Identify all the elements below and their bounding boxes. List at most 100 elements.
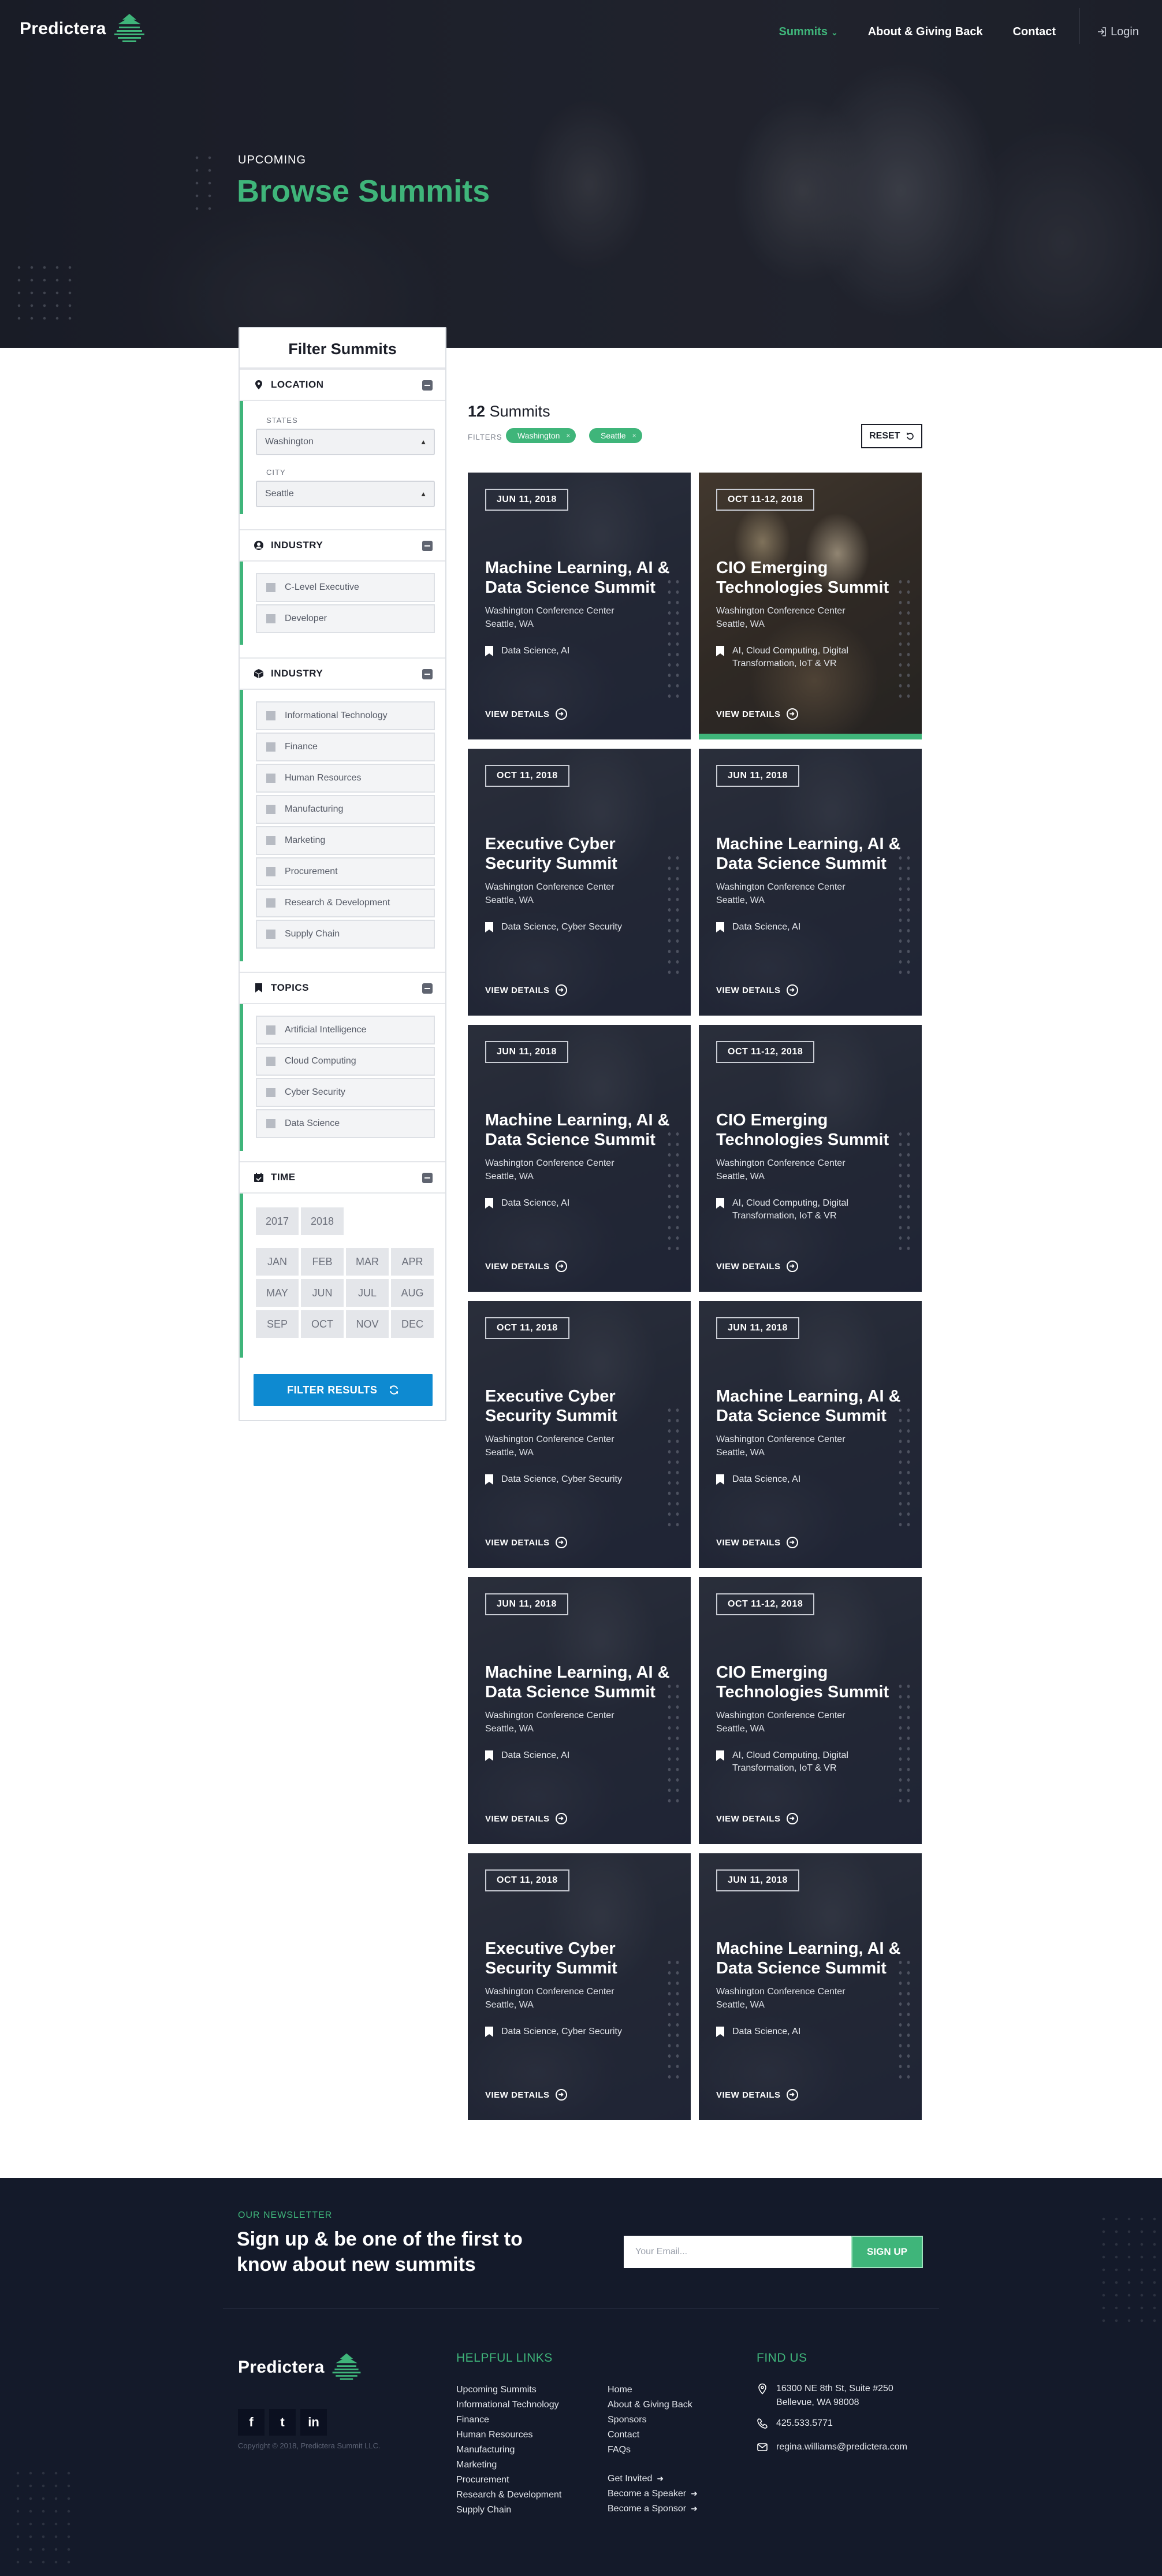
section-time-header[interactable]: TIME — [240, 1161, 445, 1194]
nav-summits[interactable]: Summits ⌄ — [779, 25, 838, 39]
footer-link[interactable]: Informational Technology — [456, 2400, 559, 2410]
year-option[interactable]: 2018 — [301, 1207, 344, 1235]
newsletter-signup-button[interactable]: SIGN UP — [851, 2236, 923, 2268]
checkbox[interactable] — [266, 1025, 275, 1035]
state-select[interactable]: Washington ▲ — [256, 429, 435, 455]
card-title[interactable]: CIO Emerging Technologies Summit — [716, 558, 913, 597]
card-title[interactable]: Executive Cyber Security Summit — [485, 1386, 681, 1426]
month-option[interactable]: DEC — [391, 1310, 434, 1338]
view-details-link[interactable]: VIEW DETAILS ➜ — [716, 1813, 798, 1824]
footer-link[interactable]: Contact — [608, 2430, 639, 2440]
card-title[interactable]: Machine Learning, AI & Data Science Summ… — [485, 1663, 681, 1702]
filter-results-button[interactable]: FILTER RESULTS — [254, 1374, 433, 1406]
filter-chip-seattle[interactable]: Seattle × — [589, 428, 642, 443]
collapse-minus-icon[interactable] — [422, 380, 433, 391]
footer-link[interactable]: Home — [608, 2385, 632, 2395]
footer-link[interactable]: About & Giving Back — [608, 2400, 692, 2410]
footer-link[interactable]: Finance — [456, 2415, 489, 2425]
checkbox-item[interactable]: Artificial Intelligence — [256, 1016, 435, 1044]
collapse-minus-icon[interactable] — [422, 983, 433, 994]
card-title[interactable]: Executive Cyber Security Summit — [485, 834, 681, 873]
checkbox[interactable] — [266, 1119, 275, 1128]
footer-link[interactable]: Research & Development — [456, 2490, 561, 2500]
month-option[interactable]: MAY — [256, 1279, 299, 1307]
footer-link[interactable]: Supply Chain — [456, 2505, 511, 2515]
section-topics-header[interactable]: TOPICS — [240, 972, 445, 1004]
checkbox[interactable] — [266, 1088, 275, 1097]
summit-card[interactable]: JUN 11, 2018 Machine Learning, AI & Data … — [699, 1853, 922, 2120]
footer-logo[interactable]: Predictera — [238, 2350, 364, 2385]
footer-link[interactable]: Marketing — [456, 2460, 497, 2470]
footer-link[interactable]: Human Resources — [456, 2430, 533, 2440]
summit-card[interactable]: JUN 11, 2018 Machine Learning, AI & Data … — [468, 1025, 691, 1292]
checkbox[interactable] — [266, 836, 275, 845]
summit-card[interactable]: OCT 11, 2018 Executive Cyber Security Sum… — [468, 1301, 691, 1568]
view-details-link[interactable]: VIEW DETAILS ➜ — [485, 1261, 567, 1272]
footer-cta-link[interactable]: Get Invited ➜ — [608, 2474, 664, 2484]
view-details-link[interactable]: VIEW DETAILS ➜ — [716, 708, 798, 720]
checkbox[interactable] — [266, 930, 275, 939]
checkbox-item[interactable]: Marketing — [256, 826, 435, 855]
month-option[interactable]: NOV — [346, 1310, 389, 1338]
summit-card[interactable]: OCT 11-12, 2018 CIO Emerging Technologies… — [699, 473, 922, 739]
view-details-link[interactable]: VIEW DETAILS ➜ — [485, 708, 567, 720]
collapse-minus-icon[interactable] — [422, 541, 433, 551]
filter-chip-washington[interactable]: Washington × — [506, 428, 576, 443]
checkbox[interactable] — [266, 583, 275, 592]
month-option[interactable]: APR — [391, 1248, 434, 1276]
footer-phone[interactable]: 425.533.5771 — [757, 2417, 833, 2430]
checkbox-item[interactable]: Cloud Computing — [256, 1047, 435, 1076]
footer-cta-link[interactable]: Become a Speaker ➜ — [608, 2489, 698, 2499]
footer-link[interactable]: Manufacturing — [456, 2445, 515, 2455]
checkbox-item[interactable]: Supply Chain — [256, 920, 435, 949]
month-option[interactable]: JUL — [346, 1279, 389, 1307]
checkbox-item[interactable]: Procurement — [256, 857, 435, 886]
checkbox-item[interactable]: Cyber Security — [256, 1078, 435, 1107]
site-logo[interactable]: Predictera — [20, 10, 148, 47]
footer-email[interactable]: regina.williams@predictera.com — [757, 2440, 907, 2454]
checkbox-item[interactable]: C-Level Executive — [256, 573, 435, 602]
month-option[interactable]: OCT — [301, 1310, 344, 1338]
newsletter-email-input[interactable]: Your Email... — [624, 2236, 852, 2268]
checkbox[interactable] — [266, 614, 275, 623]
card-title[interactable]: Machine Learning, AI & Data Science Summ… — [716, 1939, 913, 1978]
chip-remove-icon[interactable]: × — [566, 428, 570, 443]
card-title[interactable]: Machine Learning, AI & Data Science Summ… — [485, 558, 681, 597]
login-link[interactable]: Login — [1097, 25, 1139, 39]
footer-link[interactable]: Sponsors — [608, 2415, 647, 2425]
checkbox-item[interactable]: Data Science — [256, 1109, 435, 1138]
summit-card[interactable]: JUN 11, 2018 Machine Learning, AI & Data … — [699, 1301, 922, 1568]
linkedin-icon[interactable]: in — [300, 2409, 327, 2436]
summit-card[interactable]: JUN 11, 2018 Machine Learning, AI & Data … — [699, 749, 922, 1016]
view-details-link[interactable]: VIEW DETAILS ➜ — [485, 1813, 567, 1824]
card-title[interactable]: Machine Learning, AI & Data Science Summ… — [716, 834, 913, 873]
view-details-link[interactable]: VIEW DETAILS ➜ — [716, 1261, 798, 1272]
card-title[interactable]: Executive Cyber Security Summit — [485, 1939, 681, 1978]
view-details-link[interactable]: VIEW DETAILS ➜ — [485, 984, 567, 996]
view-details-link[interactable]: VIEW DETAILS ➜ — [716, 984, 798, 996]
month-option[interactable]: MAR — [346, 1248, 389, 1276]
card-title[interactable]: Machine Learning, AI & Data Science Summ… — [485, 1110, 681, 1150]
checkbox[interactable] — [266, 867, 275, 876]
summit-card[interactable]: OCT 11, 2018 Executive Cyber Security Sum… — [468, 1853, 691, 2120]
collapse-minus-icon[interactable] — [422, 1173, 433, 1183]
view-details-link[interactable]: VIEW DETAILS ➜ — [716, 1537, 798, 1548]
collapse-minus-icon[interactable] — [422, 669, 433, 679]
month-option[interactable]: JUN — [301, 1279, 344, 1307]
view-details-link[interactable]: VIEW DETAILS ➜ — [485, 2089, 567, 2101]
section-location-header[interactable]: LOCATION — [240, 369, 445, 401]
view-details-link[interactable]: VIEW DETAILS ➜ — [716, 2089, 798, 2101]
checkbox[interactable] — [266, 805, 275, 814]
year-option[interactable]: 2017 — [256, 1207, 299, 1235]
nav-about[interactable]: About & Giving Back — [868, 25, 983, 39]
checkbox[interactable] — [266, 742, 275, 752]
checkbox-item[interactable]: Developer — [256, 604, 435, 633]
reset-button[interactable]: RESET — [861, 424, 922, 448]
summit-card[interactable]: OCT 11-12, 2018 CIO Emerging Technologies… — [699, 1577, 922, 1844]
month-option[interactable]: JAN — [256, 1248, 299, 1276]
nav-contact[interactable]: Contact — [1013, 25, 1056, 39]
city-select[interactable]: Seattle ▲ — [256, 481, 435, 507]
summit-card[interactable]: OCT 11-12, 2018 CIO Emerging Technologies… — [699, 1025, 922, 1292]
checkbox[interactable] — [266, 774, 275, 783]
month-option[interactable]: FEB — [301, 1248, 344, 1276]
